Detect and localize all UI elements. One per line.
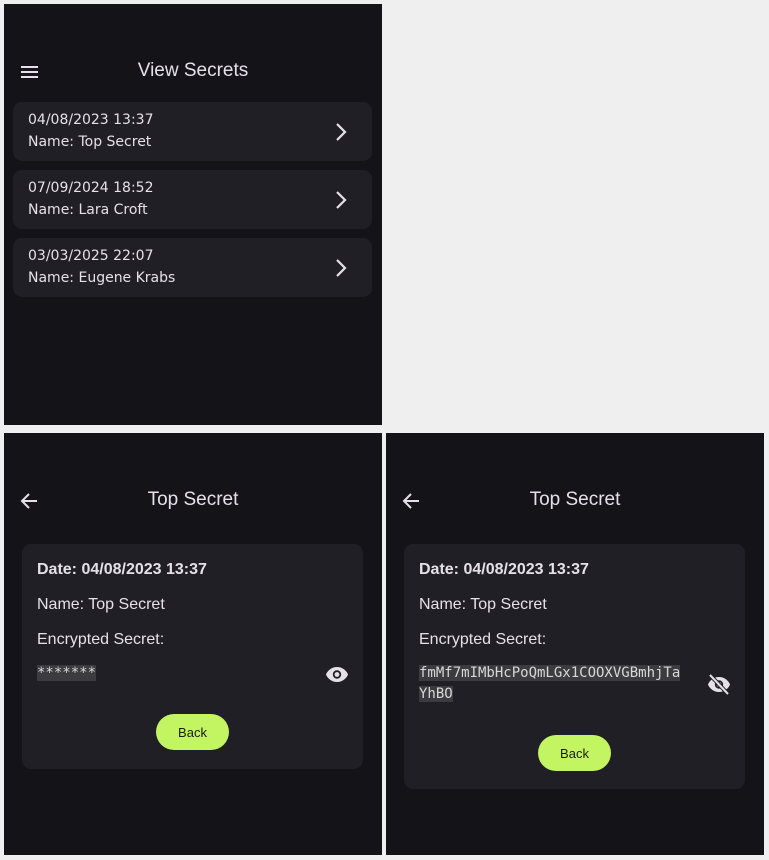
page-title: View Secrets xyxy=(137,60,249,81)
encrypted-secret-value: ******* xyxy=(37,663,97,684)
chevron-right-icon xyxy=(336,191,347,209)
secret-list-item[interactable]: 03/03/2025 22:07 Name: Eugene Krabs xyxy=(13,238,372,297)
secret-date: Date: 04/08/2023 13:37 xyxy=(419,561,589,578)
secret-detail-card: Date: 04/08/2023 13:37 Name: Top Secret … xyxy=(22,544,363,769)
back-button[interactable]: Back xyxy=(538,735,611,771)
secret-date: 03/03/2025 22:07 xyxy=(28,248,154,264)
chevron-right-icon xyxy=(336,259,347,277)
secret-detail-screen-hidden: Top Secret Date: 04/08/2023 13:37 Name: … xyxy=(4,433,382,855)
secret-text-line: YhBO xyxy=(419,686,453,702)
secret-detail-card: Date: 04/08/2023 13:37 Name: Top Secret … xyxy=(404,544,745,789)
secret-date: 04/08/2023 13:37 xyxy=(28,112,154,128)
encrypted-secret-label: Encrypted Secret: xyxy=(419,631,547,648)
secret-date: 07/09/2024 18:52 xyxy=(28,180,154,196)
chevron-right-icon xyxy=(336,123,347,141)
secret-date: Date: 04/08/2023 13:37 xyxy=(37,561,207,578)
secret-name: Name: Top Secret xyxy=(28,134,152,150)
secret-text-line: fmMf7mIMbHcPoQmLGx1COOXVGBmhjTa xyxy=(419,665,681,681)
secret-list-item[interactable]: 07/09/2024 18:52 Name: Lara Croft xyxy=(13,170,372,229)
page-title: Top Secret xyxy=(147,489,239,510)
secret-text-masked: ******* xyxy=(37,665,97,681)
view-secrets-screen: View Secrets 04/08/2023 13:37 Name: Top … xyxy=(4,4,382,425)
secret-name: Name: Eugene Krabs xyxy=(28,270,176,286)
eye-off-icon[interactable] xyxy=(707,672,731,696)
back-button[interactable]: Back xyxy=(156,714,229,750)
secret-name: Name: Top Secret xyxy=(37,596,165,613)
app-bar: Top Secret xyxy=(4,433,382,529)
app-bar: Top Secret xyxy=(386,433,764,529)
page-title: Top Secret xyxy=(529,489,621,510)
encrypted-secret-value: fmMf7mIMbHcPoQmLGx1COOXVGBmhjTa YhBO xyxy=(419,663,709,705)
secret-name: Name: Top Secret xyxy=(419,596,547,613)
secret-detail-screen-revealed: Top Secret Date: 04/08/2023 13:37 Name: … xyxy=(386,433,764,855)
encrypted-secret-label: Encrypted Secret: xyxy=(37,631,165,648)
app-bar: View Secrets xyxy=(4,4,382,100)
eye-icon[interactable] xyxy=(325,662,349,686)
secret-list-item[interactable]: 04/08/2023 13:37 Name: Top Secret xyxy=(13,102,372,161)
secret-name: Name: Lara Croft xyxy=(28,202,148,218)
